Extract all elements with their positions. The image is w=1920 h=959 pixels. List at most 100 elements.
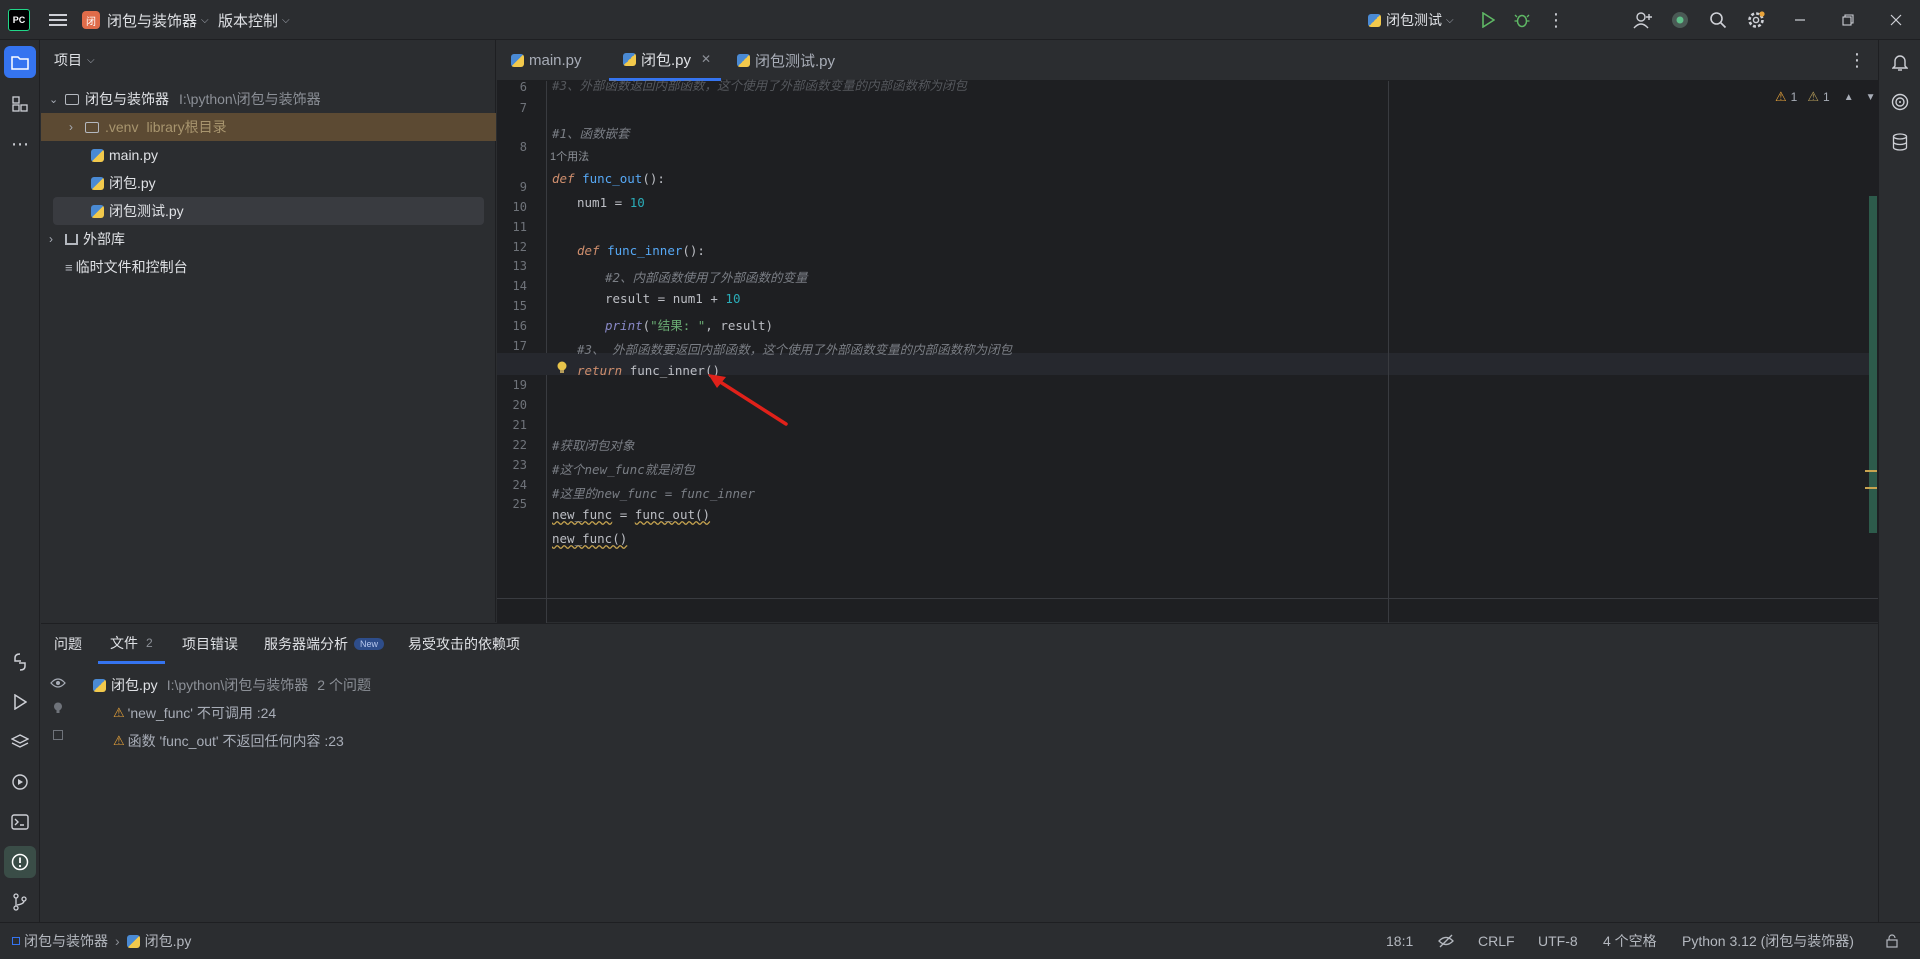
library-icon — [65, 233, 78, 245]
warning-marker — [1865, 470, 1877, 472]
line-number: 17 — [512, 339, 527, 353]
tab-label: 易受攻击的依赖项 — [408, 636, 520, 652]
usage-hint[interactable]: 1个用法 — [550, 148, 589, 164]
tree-root[interactable]: ⌄ 闭包与装饰器 I:\python\闭包与装饰器 — [49, 85, 489, 113]
more-icon[interactable]: ⋮ — [1544, 10, 1568, 30]
readonly-toggle-icon[interactable] — [1438, 923, 1454, 959]
close-icon[interactable] — [1884, 10, 1908, 30]
expand-icon[interactable] — [51, 728, 65, 742]
structure-icon[interactable] — [6, 90, 34, 118]
notifications-icon[interactable] — [1886, 48, 1914, 76]
problems-icon[interactable] — [4, 846, 36, 878]
python-interpreter[interactable]: Python 3.12 (闭包与装饰器) — [1682, 923, 1854, 959]
root-path: I:\python\闭包与装饰器 — [179, 91, 321, 107]
venv-name: .venv — [105, 119, 139, 135]
line-ending[interactable]: CRLF — [1478, 923, 1515, 959]
caret-position[interactable]: 18:1 — [1386, 923, 1413, 959]
minimize-icon[interactable] — [1788, 10, 1812, 30]
problem-item[interactable]: ⚠ 'new_func' 不可调用 :24 — [113, 702, 276, 724]
settings-icon[interactable] — [1744, 9, 1768, 31]
more-tools-icon[interactable]: ⋯ — [6, 130, 34, 158]
run-config-selector[interactable]: 闭包测试 ⌵ — [1368, 0, 1454, 40]
tree-item-external-libs[interactable]: › 外部库 — [49, 225, 125, 253]
code-line: new_func() — [552, 531, 627, 546]
tab-project-errors[interactable]: 项目错误 — [182, 624, 238, 664]
count-badge: 2 — [146, 635, 153, 650]
external-libs-label: 外部库 — [83, 231, 125, 247]
ai-assistant-icon[interactable] — [1668, 9, 1692, 31]
run-icon[interactable] — [6, 688, 34, 716]
lock-icon[interactable] — [1886, 923, 1898, 959]
lightbulb-icon[interactable] — [556, 361, 568, 375]
folder-icon — [65, 93, 79, 105]
tab-problems[interactable]: 问题 — [54, 624, 82, 664]
terminal-icon[interactable] — [6, 808, 34, 836]
project-icon[interactable] — [4, 46, 36, 78]
breadcrumb-project[interactable]: 闭包与装饰器 — [24, 931, 108, 951]
code-text: func_out() — [634, 507, 711, 522]
title-bar: PC 闭 闭包与装饰器 ⌵ 版本控制 ⌵ 闭包测试 ⌵ ⋮ — [0, 0, 1920, 40]
file-encoding[interactable]: UTF-8 — [1538, 923, 1578, 959]
code-text: result = num1 + — [605, 291, 726, 306]
run-icon[interactable] — [1476, 10, 1500, 30]
problem-item[interactable]: ⚠ 函数 'func_out' 不返回任何内容 :23 — [113, 730, 344, 752]
tree-item-closure[interactable]: 闭包.py — [91, 169, 156, 197]
chevron-up-icon[interactable]: ▲ — [1844, 92, 1854, 103]
file-name: 闭包测试.py — [109, 203, 184, 219]
restore-icon[interactable] — [1836, 10, 1860, 30]
code-text: num1 = — [577, 195, 630, 210]
add-user-icon[interactable] — [1630, 8, 1656, 32]
status-bar: 闭包与装饰器 › 闭包.py 18:1 CRLF UTF-8 4 个空格 Pyt… — [0, 922, 1920, 958]
search-icon[interactable] — [1706, 9, 1730, 31]
tab-label: 问题 — [54, 636, 82, 652]
tree-item-scratches[interactable]: ≡ 临时文件和控制台 — [65, 253, 188, 281]
project-name: 闭包与装饰器 — [107, 12, 198, 30]
new-badge: New — [354, 638, 385, 650]
tree-item-closure-test[interactable]: 闭包测试.py — [53, 197, 484, 225]
layers-icon[interactable] — [6, 728, 34, 756]
breadcrumb-file[interactable]: 闭包.py — [145, 931, 192, 951]
tab-options-icon[interactable]: ⋮ — [1847, 50, 1867, 70]
tab-vulnerable-deps[interactable]: 易受攻击的依赖项 — [408, 624, 520, 664]
root-name: 闭包与装饰器 — [85, 91, 169, 107]
indent-setting[interactable]: 4 个空格 — [1603, 923, 1657, 959]
tab-server-analysis[interactable]: 服务器端分析 New — [264, 624, 385, 664]
code-comment: #这里的new_func = func_inner — [552, 486, 756, 501]
ai-icon[interactable] — [1886, 88, 1914, 116]
problem-file-row[interactable]: 闭包.py I:\python\闭包与装饰器 2 个问题 — [93, 674, 371, 696]
git-icon[interactable] — [6, 888, 34, 916]
code-comment: #1、函数嵌套 — [552, 126, 630, 141]
breadcrumb: 闭包与装饰器 › 闭包.py — [12, 923, 191, 959]
run-config-label: 闭包测试 — [1386, 12, 1442, 28]
tab-file[interactable]: 文件 2 — [98, 624, 165, 664]
project-square-icon — [12, 937, 20, 945]
project-panel-header[interactable]: 项目 ⌵ — [54, 48, 95, 72]
keyword: def — [577, 243, 600, 258]
lightbulb-icon[interactable] — [51, 700, 65, 716]
code-text: (): — [682, 243, 705, 258]
code-text: (): — [642, 171, 665, 186]
services-icon[interactable] — [6, 768, 34, 796]
inspection-widget[interactable]: ⚠ 1 ⚠ 1 ▲ ▼ — [1775, 87, 1876, 107]
eye-icon[interactable] — [49, 674, 67, 692]
code-text: new_func — [552, 507, 613, 522]
line-number: 15 — [512, 299, 527, 313]
tree-item-main[interactable]: main.py — [91, 141, 158, 169]
warning-icon: ⚠ — [1775, 89, 1787, 104]
vcs-menu[interactable]: 版本控制 ⌵ — [218, 0, 290, 40]
chevron-down-icon: ⌄ — [49, 93, 59, 106]
debug-icon[interactable] — [1510, 10, 1534, 30]
right-tool-strip — [1878, 40, 1920, 922]
project-switcher[interactable]: 闭 闭包与装饰器 ⌵ — [82, 0, 209, 40]
python-console-icon[interactable] — [6, 648, 34, 676]
close-tab-icon[interactable]: ✕ — [701, 52, 711, 66]
keyword: def — [552, 171, 575, 186]
weak-warning-count: 1 — [1823, 90, 1830, 104]
tree-item-venv[interactable]: › .venv library根目录 — [41, 113, 496, 141]
chevron-down-icon[interactable]: ▼ — [1866, 92, 1876, 103]
warning-icon: ⚠ — [113, 705, 125, 720]
line-number: 20 — [512, 398, 527, 412]
database-icon[interactable] — [1886, 128, 1914, 156]
menu-icon[interactable] — [46, 10, 70, 30]
app-logo[interactable]: PC — [8, 9, 30, 31]
